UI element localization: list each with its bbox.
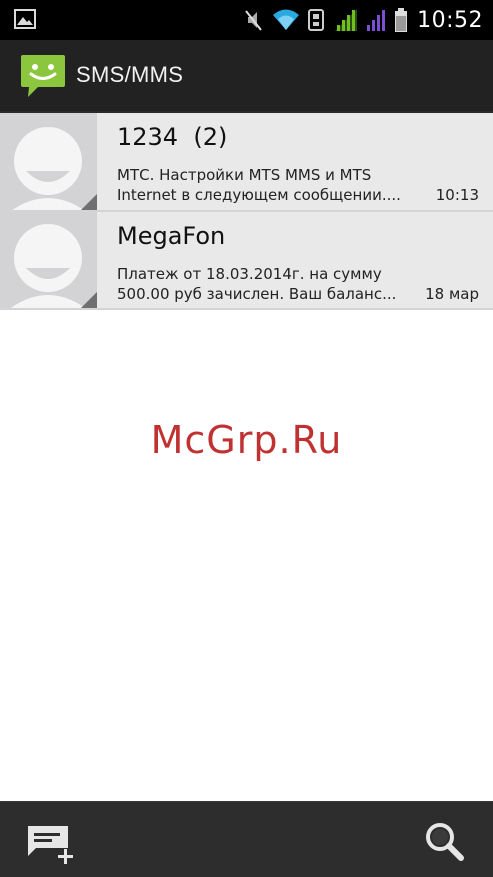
search-icon xyxy=(426,823,464,861)
preview-line: 500.00 руб зачислен. Ваш баланс... xyxy=(117,285,397,303)
clock: 10:52 xyxy=(417,7,483,33)
signal-sim2-icon xyxy=(367,10,386,31)
conversation-row[interactable]: MegaFon Платеж от 18.03.2014г. на сумму … xyxy=(0,212,493,310)
thread-time: 18 мар xyxy=(425,285,479,303)
compose-button[interactable] xyxy=(24,818,80,866)
quick-contact-badge xyxy=(81,292,97,308)
new-message-icon xyxy=(28,826,73,864)
status-bar: 10:52 xyxy=(0,0,493,40)
image-notification-icon xyxy=(14,9,36,33)
preview-line: Платеж от 18.03.2014г. на сумму xyxy=(117,265,382,283)
app-title: SMS/MMS xyxy=(76,62,184,87)
contact-avatar[interactable] xyxy=(0,212,97,308)
conversation-row[interactable]: 1234 (2) МТС. Настройки MTS MMS и MTS In… xyxy=(0,113,493,212)
conversation-list: 1234 (2) МТС. Настройки MTS MMS и MTS In… xyxy=(0,113,493,310)
thread-sender: 1234 (2) xyxy=(117,123,228,151)
preview-line: МТС. Настройки MTS MMS и MTS xyxy=(117,166,372,184)
search-button[interactable] xyxy=(421,818,469,866)
usb-icon xyxy=(308,9,325,31)
battery-icon xyxy=(395,8,408,32)
thread-preview: МТС. Настройки MTS MMS и MTS Internet в … xyxy=(117,165,417,205)
messaging-smiley-icon[interactable] xyxy=(20,53,66,103)
thread-preview: Платеж от 18.03.2014г. на сумму 500.00 р… xyxy=(117,264,417,304)
signal-sim1-icon xyxy=(335,9,358,31)
action-bar: SMS/MMS xyxy=(0,40,493,113)
watermark: McGrp.Ru xyxy=(150,418,343,462)
bottom-action-bar xyxy=(0,801,493,877)
thread-sender: MegaFon xyxy=(117,222,226,250)
preview-line: Internet в следующем сообщении.... xyxy=(117,186,401,204)
contact-avatar[interactable] xyxy=(0,113,97,210)
wifi-icon xyxy=(273,9,300,30)
muted-icon xyxy=(245,10,262,31)
quick-contact-badge xyxy=(81,194,97,210)
thread-time: 10:13 xyxy=(435,186,479,204)
